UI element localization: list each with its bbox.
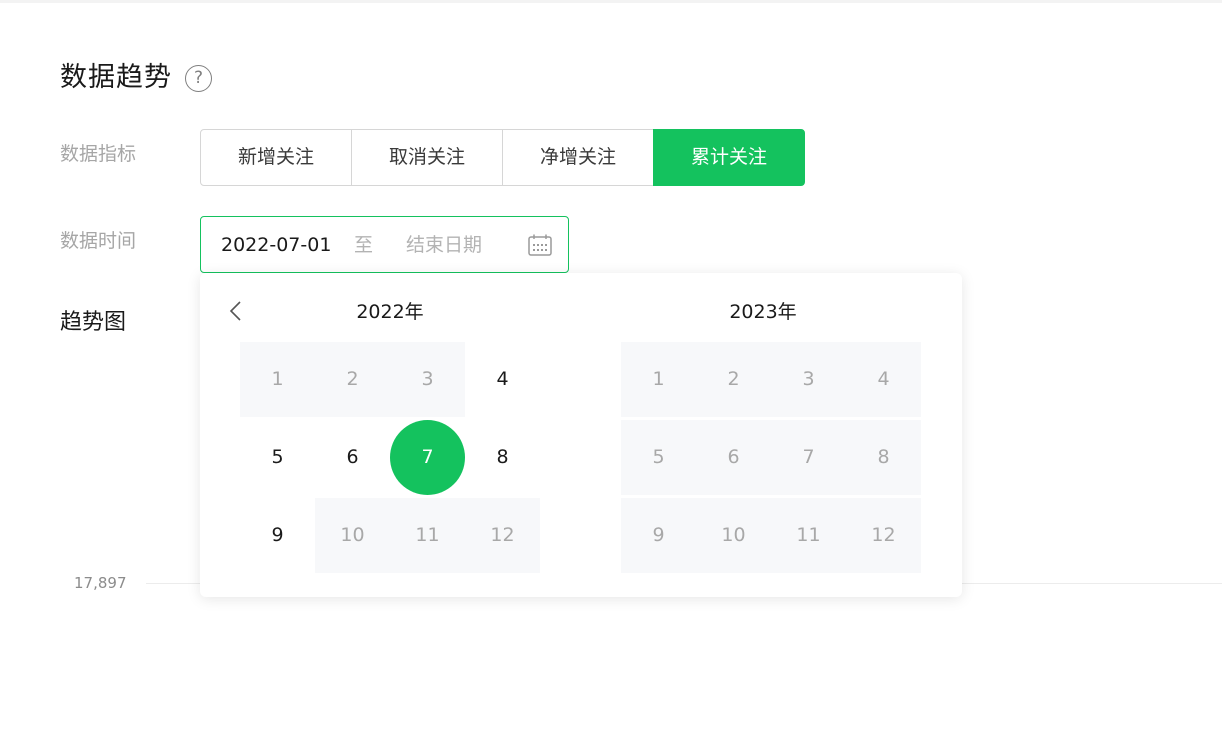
- left-month-2: 2: [315, 342, 390, 417]
- left-month-12: 12: [465, 498, 540, 573]
- left-month-7[interactable]: 7: [390, 420, 465, 495]
- right-month-11: 11: [771, 498, 846, 573]
- end-date-field[interactable]: 结束日期: [406, 231, 482, 259]
- top-divider: [0, 0, 1222, 3]
- left-year-label: 2022年: [356, 301, 424, 323]
- right-month-8: 8: [846, 420, 921, 495]
- metric-segmented-control: 新增关注 取消关注 净增关注 累计关注: [200, 129, 807, 186]
- metric-option-new-follow[interactable]: 新增关注: [200, 129, 352, 186]
- metric-label: 数据指标: [60, 143, 137, 165]
- right-month-5: 5: [621, 420, 696, 495]
- left-month-3: 3: [390, 342, 465, 417]
- right-month-3: 3: [771, 342, 846, 417]
- left-month-5[interactable]: 5: [240, 420, 315, 495]
- chevron-left-icon[interactable]: [226, 300, 248, 322]
- right-month-grid: 1 2 3 4 5 6 7 8 9 10 11 12: [621, 342, 921, 574]
- metric-option-net-follow[interactable]: 净增关注: [502, 129, 654, 186]
- time-label: 数据时间: [60, 230, 137, 252]
- y-axis-tick: 17,897: [74, 574, 127, 592]
- page: 数据趋势 ? 数据指标 新增关注 取消关注 净增关注 累计关注 数据时间 202…: [0, 0, 1222, 730]
- left-month-6[interactable]: 6: [315, 420, 390, 495]
- right-month-10: 10: [696, 498, 771, 573]
- start-date-field[interactable]: 2022-07-01: [221, 231, 331, 259]
- metric-option-cumulative-follow[interactable]: 累计关注: [653, 129, 805, 186]
- calendar-icon[interactable]: [528, 234, 552, 256]
- section-title: 数据趋势: [60, 62, 172, 93]
- right-month-4: 4: [846, 342, 921, 417]
- left-month-grid: 1 2 3 4 5 6 7 8 9 10 11 12: [240, 342, 540, 574]
- date-range-input[interactable]: 2022-07-01 至 结束日期: [200, 216, 569, 273]
- question-circle-icon[interactable]: ?: [185, 65, 212, 92]
- chart-title: 趋势图: [60, 310, 127, 335]
- left-month-10: 10: [315, 498, 390, 573]
- right-month-7: 7: [771, 420, 846, 495]
- right-month-2: 2: [696, 342, 771, 417]
- right-month-1: 1: [621, 342, 696, 417]
- left-month-11: 11: [390, 498, 465, 573]
- left-month-9[interactable]: 9: [240, 498, 315, 573]
- right-year-label: 2023年: [729, 301, 797, 323]
- date-separator: 至: [354, 234, 374, 256]
- metric-option-unfollow[interactable]: 取消关注: [351, 129, 503, 186]
- left-month-1: 1: [240, 342, 315, 417]
- right-month-6: 6: [696, 420, 771, 495]
- month-range-picker: 2022年 2023年 1 2 3 4 5 6 7 8 9 10 11 12 1 2 3 4 5 6 7 8 9 10 1…: [200, 273, 962, 597]
- left-month-4[interactable]: 4: [465, 342, 540, 417]
- right-month-12: 12: [846, 498, 921, 573]
- left-month-8[interactable]: 8: [465, 420, 540, 495]
- right-month-9: 9: [621, 498, 696, 573]
